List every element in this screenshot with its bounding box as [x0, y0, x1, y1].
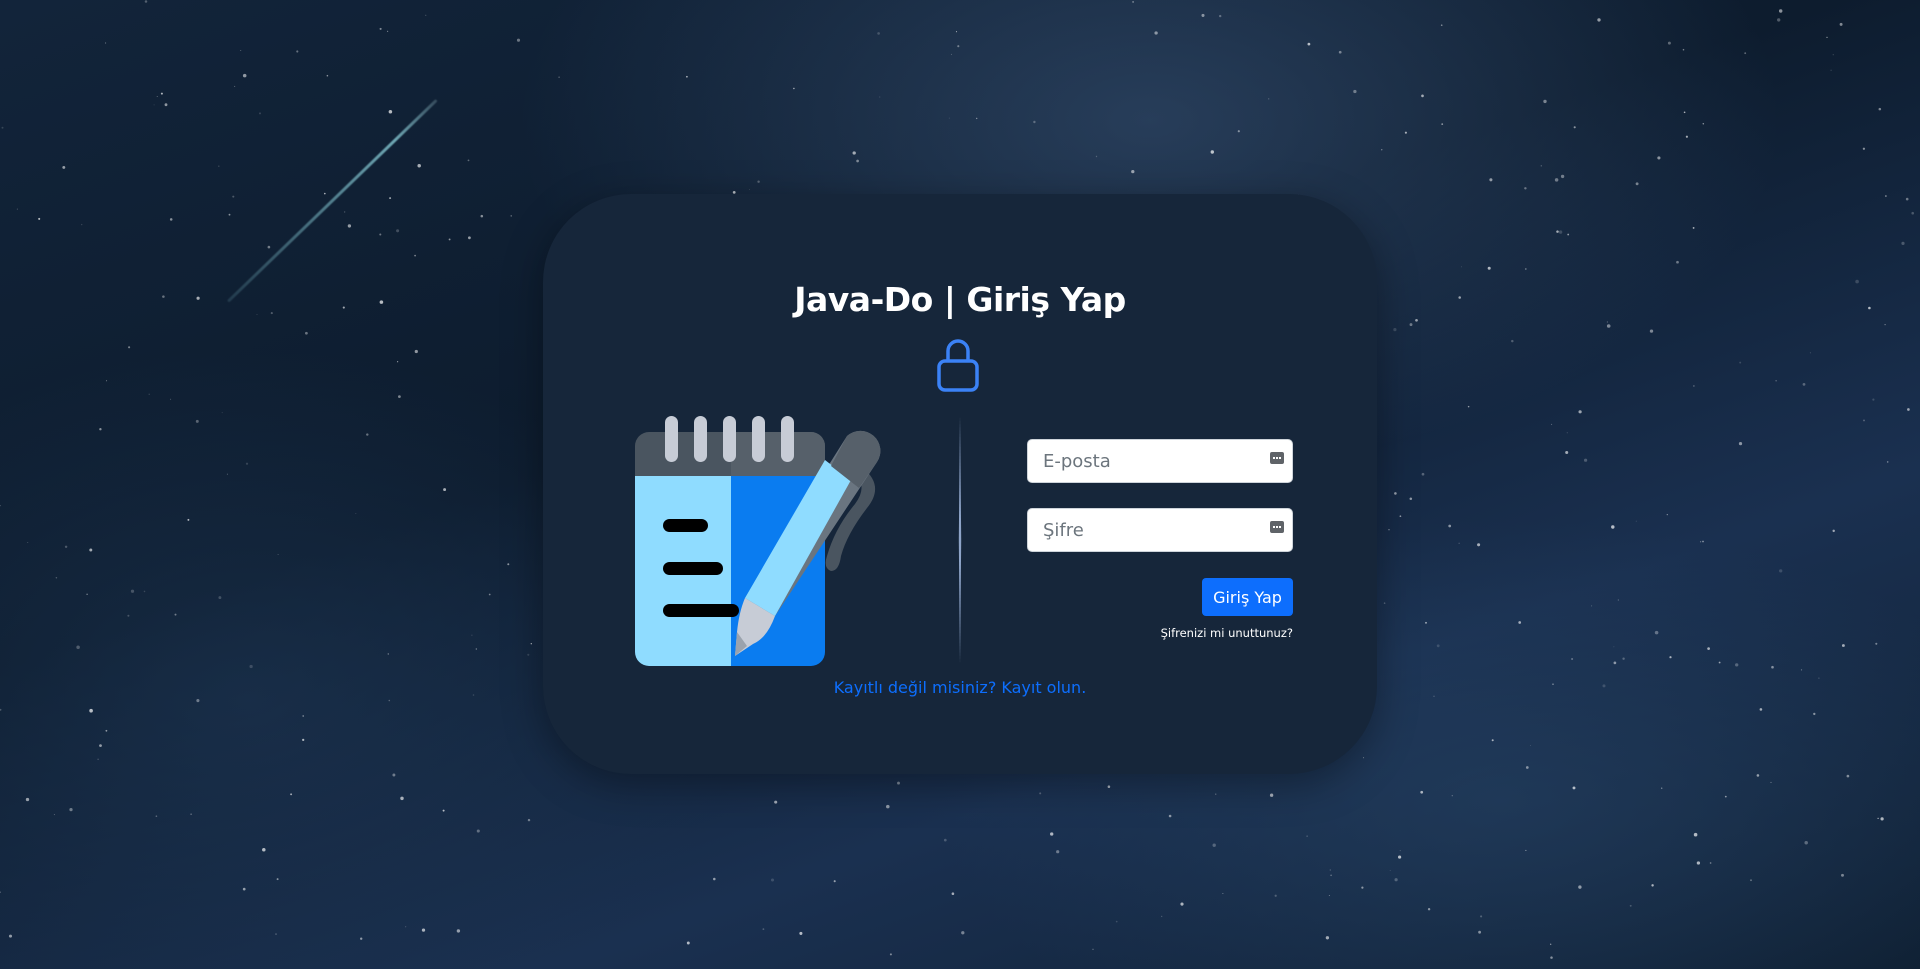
login-button[interactable]: Giriş Yap — [1202, 578, 1293, 616]
page-title: Java-Do | Giriş Yap — [794, 280, 1126, 319]
vertical-divider — [958, 416, 962, 664]
login-card: Java-Do | Giriş Yap E-posta Giriş Yap Şi… — [543, 194, 1377, 774]
password-input[interactable] — [1028, 509, 1263, 551]
forgot-password-link[interactable]: Şifrenizi mi unuttunuz? — [1103, 626, 1293, 640]
password-field[interactable] — [1027, 508, 1293, 552]
register-link[interactable]: Kayıtlı değil misiniz? Kayıt olun. — [543, 678, 1377, 697]
email-input[interactable] — [1028, 440, 1263, 482]
lock-icon — [937, 339, 979, 392]
email-field[interactable] — [1027, 439, 1293, 483]
notepad-pen-icon — [635, 416, 881, 666]
key-icon[interactable] — [1270, 521, 1284, 533]
key-icon[interactable] — [1270, 452, 1284, 464]
